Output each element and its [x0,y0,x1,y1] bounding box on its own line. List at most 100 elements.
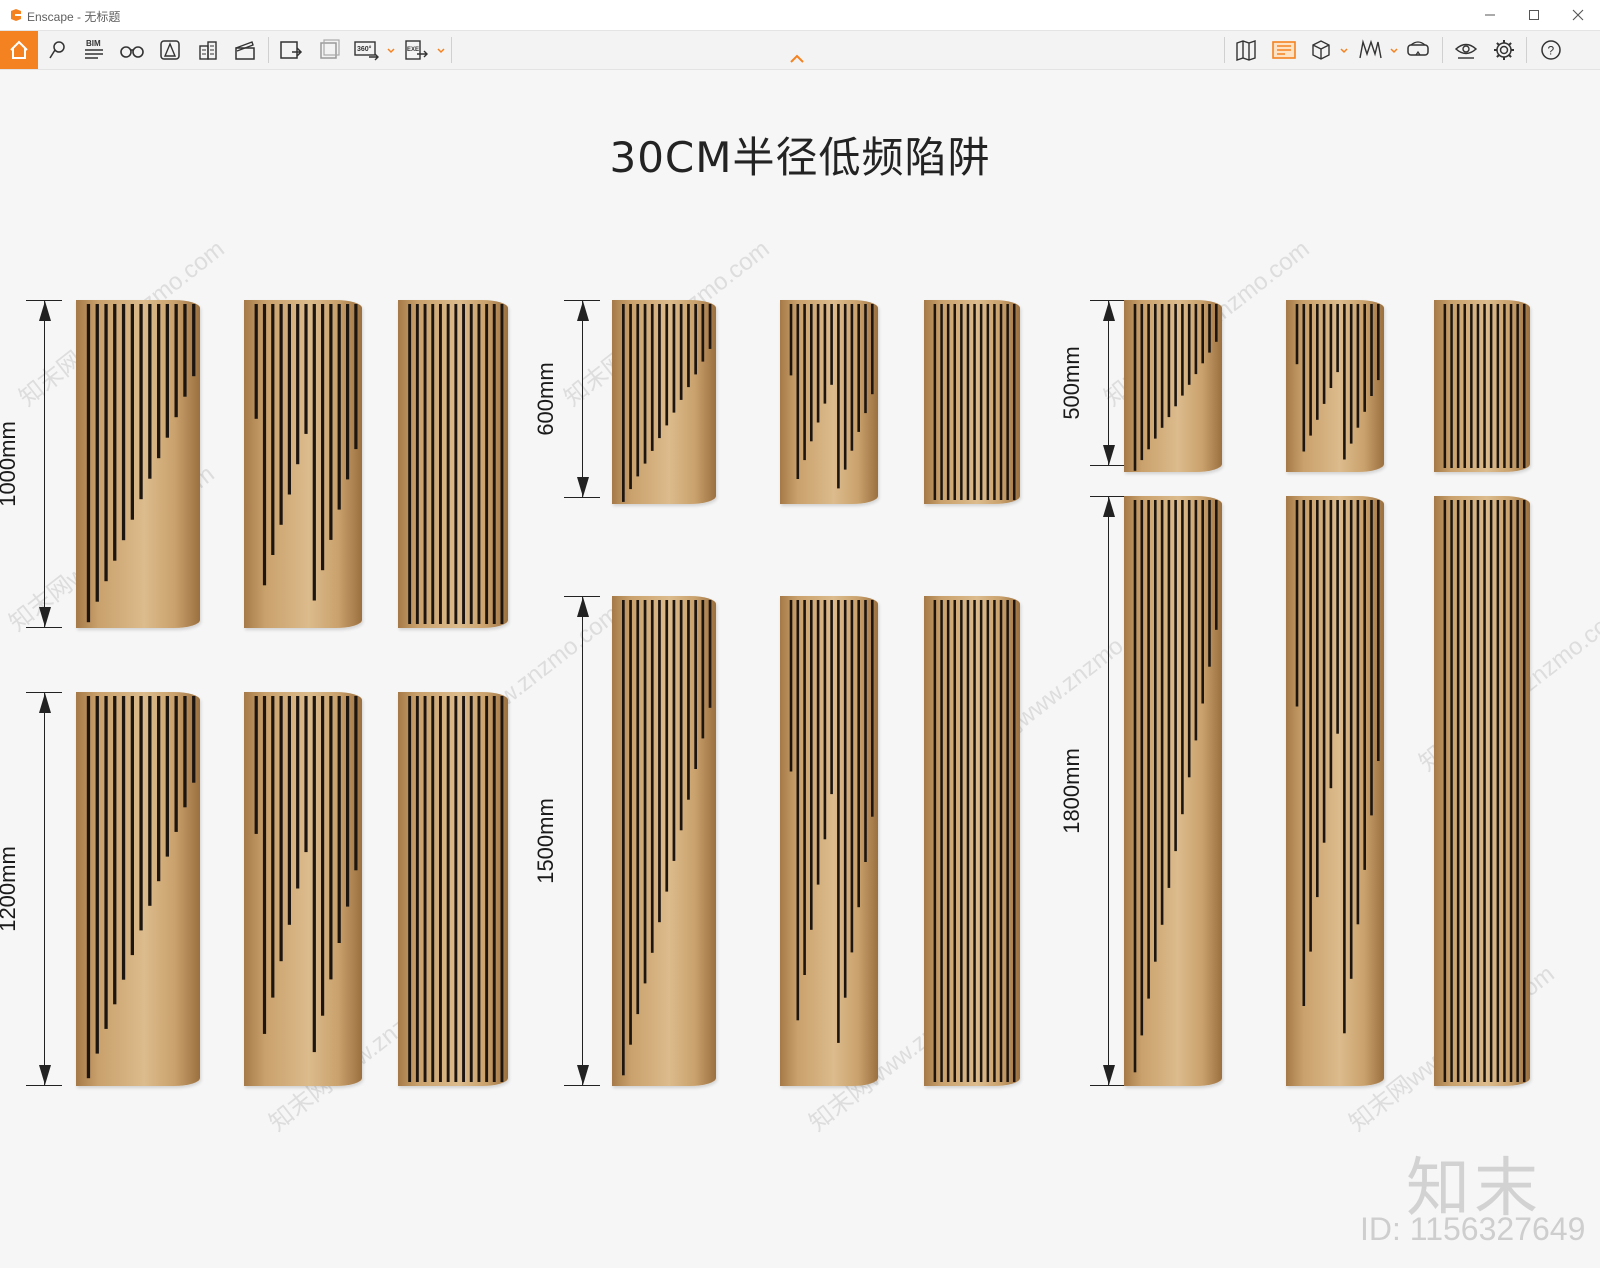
panorama-icon: 360° [354,41,379,61]
toolbar-separator [1526,37,1527,63]
maximize-icon [1529,10,1539,20]
window-title: Enscape - 无标题 [27,10,121,24]
panel-slats [1133,500,1218,1073]
bass-trap-panel [1124,300,1222,472]
panel-slats [408,696,504,1082]
panel-slats [86,696,196,1079]
enscape-logo-icon [11,9,21,21]
toolbar-separator [268,37,269,63]
toolbar-separator [1224,37,1225,63]
location-pin-icon [49,41,65,59]
maximize-button[interactable] [1514,4,1554,26]
location-button[interactable] [40,33,74,67]
panorama-button[interactable]: 360° [350,33,384,67]
bim-button[interactable]: BIM [77,33,111,67]
toolbar-separator [1442,37,1443,63]
bass-trap-panel [612,596,716,1086]
image-id-label: ID: 1156327649 [1360,1211,1586,1247]
material-dropdown-chevron-icon[interactable] [1389,45,1399,55]
bass-trap-panel [244,692,362,1086]
close-icon [1572,9,1584,21]
dimension-label: 1200mm [0,846,20,932]
svg-text:?: ? [1548,44,1555,58]
help-button[interactable]: ? [1534,33,1568,67]
panel-slats [622,600,712,1076]
panel-slats [622,304,712,502]
panel-slats [1443,500,1526,1082]
buildings-button[interactable] [191,33,225,67]
panel-slats [1295,304,1380,460]
visual-settings-button[interactable] [1449,33,1483,67]
cube-icon [1312,40,1330,60]
home-icon [10,40,28,59]
panel-slats [933,600,1016,1082]
close-button[interactable] [1558,4,1598,26]
export-exe-button[interactable]: EXE [400,33,434,67]
material-button[interactable] [1353,33,1387,67]
export-exe-icon: EXE [405,40,428,60]
export-dropdown-chevron-icon[interactable] [436,45,446,55]
panel-slats [1295,500,1380,1034]
bass-trap-panel [1434,300,1530,472]
help-icon: ? [1541,40,1561,60]
clapper-icon [235,41,255,60]
cube-dropdown-chevron-icon[interactable] [1339,45,1349,55]
panel-slats [933,304,1016,500]
bass-trap-panel [1434,496,1530,1086]
bass-trap-panel [780,300,878,504]
bass-trap-panel [76,692,200,1086]
bass-trap-panel [398,300,508,628]
atmosphere-button[interactable] [153,33,187,67]
binoculars-button[interactable] [115,33,149,67]
title-bar: Enscape - 无标题 [0,0,1600,31]
panorama-dropdown-chevron-icon[interactable] [386,45,396,55]
dimension-label: 1800mm [1059,748,1084,834]
bass-trap-panel [76,300,200,628]
material-icon [1359,39,1382,59]
minimize-icon [1485,14,1495,16]
vr-headset-button[interactable] [1402,33,1436,67]
collapse-toolbar-chevron-icon[interactable] [789,53,805,65]
map-icon [1236,40,1256,61]
bass-trap-panel [612,300,716,504]
render-title: 30CM半径低频陷阱 [609,133,991,182]
bass-trap-panel [924,596,1020,1086]
screenshot-button[interactable] [274,33,308,67]
asset-library-button[interactable] [1267,33,1301,67]
panel-slats [86,304,196,623]
minimize-button[interactable] [1470,4,1510,26]
exe-label: EXE [407,47,419,53]
dimension-label: 1000mm [0,421,20,507]
home-button[interactable] [0,31,38,69]
dimension-label: 1500mm [533,798,558,884]
toolbar-separator [451,37,452,63]
eye-icon [1454,43,1478,59]
dimension-label: 500mm [1059,346,1084,420]
clapper-button[interactable] [228,33,262,67]
cube-button[interactable] [1304,33,1338,67]
dimension-label: 600mm [533,362,558,436]
bass-trap-panel [924,300,1020,504]
batch-render-icon [320,39,340,59]
map-button[interactable] [1229,33,1263,67]
asset-library-icon [1272,41,1296,59]
bass-trap-panel [244,300,362,628]
bass-trap-panel [398,692,508,1086]
bass-trap-panel [1286,496,1384,1086]
panel-slats [408,304,504,624]
panel-slats [1133,304,1218,471]
panel-slats [254,696,358,1053]
batch-render-button[interactable] [312,33,346,67]
vr-headset-icon [1407,41,1429,56]
bim-icon: BIM [85,39,103,59]
bass-trap-panel [780,596,878,1086]
buildings-icon [199,41,217,60]
bass-trap-panel [1124,496,1222,1086]
gear-icon [1494,40,1514,60]
settings-button[interactable] [1487,33,1521,67]
bass-trap-panel [1286,300,1384,472]
panorama-label: 360° [357,45,372,53]
panel-slats [789,600,874,1043]
screenshot-icon [280,41,303,59]
atmosphere-icon [160,40,180,60]
